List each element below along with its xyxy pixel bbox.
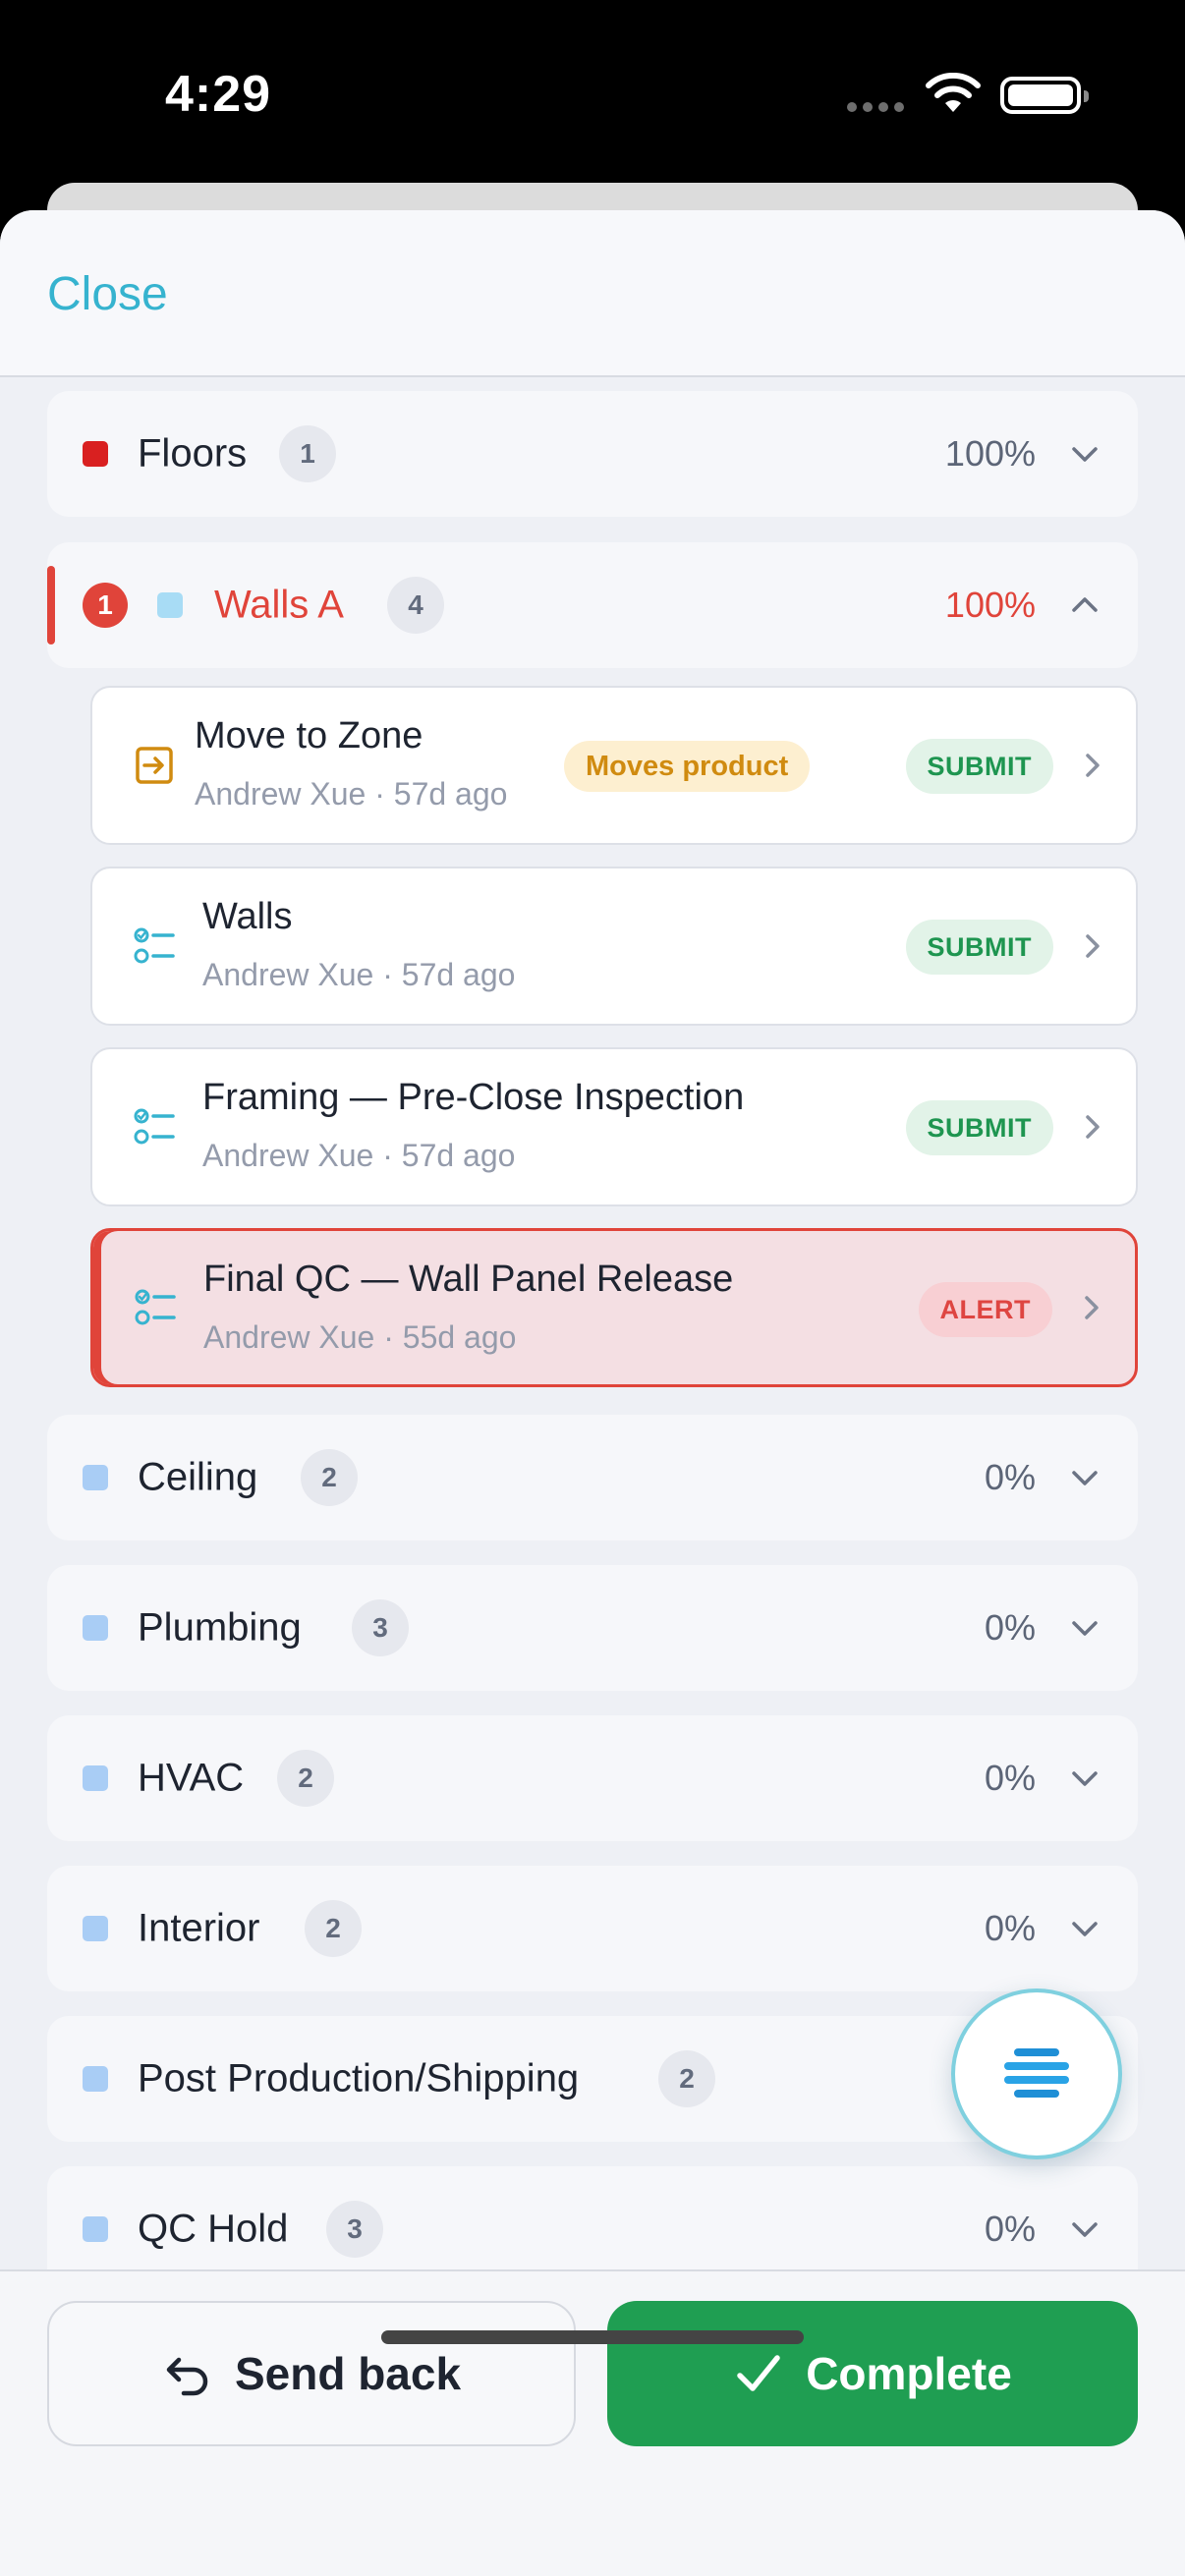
send-back-label: Send back	[234, 2348, 462, 2399]
sheet-header: Close	[0, 210, 1185, 377]
task-move-to-zone[interactable]: Move to Zone Andrew Xue · 57d ago Moves …	[90, 686, 1138, 845]
group-color-square	[83, 1615, 108, 1641]
status-bar: 4:29	[0, 0, 1185, 187]
group-name: Ceiling	[138, 1455, 258, 1499]
task-subtitle: Andrew Xue · 57d ago	[202, 957, 516, 992]
group-qc-hold[interactable]: QC Hold 3 0%	[47, 2166, 1138, 2269]
group-percent: 0%	[984, 1607, 1036, 1648]
task-walls[interactable]: Walls Andrew Xue · 57d ago SUBMIT	[90, 867, 1138, 1026]
group-percent: 0%	[984, 2209, 1036, 2249]
checklist-icon	[134, 927, 175, 964]
group-percent: 100%	[944, 585, 1036, 625]
group-ceiling[interactable]: Ceiling 2 0%	[47, 1415, 1138, 1540]
chevron-right-icon	[1086, 934, 1100, 958]
task-subtitle: Andrew Xue · 55d ago	[203, 1319, 517, 1355]
status-badge: SUBMIT	[905, 739, 1053, 794]
group-percent: 0%	[984, 1908, 1036, 1948]
status-badge: SUBMIT	[905, 1100, 1053, 1155]
home-indicator	[381, 2330, 804, 2344]
undo-arrow-icon	[166, 2357, 208, 2396]
group-percent: 0%	[984, 1457, 1036, 1497]
group-hvac[interactable]: HVAC 2 0%	[47, 1715, 1138, 1841]
bottom-sheet: Close Floors 1 100% 1 Walls A 4 100% Mov…	[0, 210, 1185, 2576]
assistant-icon	[1004, 2048, 1069, 2098]
chevron-right-icon	[1086, 754, 1100, 777]
checkmark-icon	[737, 2355, 780, 2391]
chevron-right-icon	[1086, 1115, 1100, 1139]
group-count-badge: 3	[352, 1599, 409, 1656]
group-color-square	[83, 1765, 108, 1791]
stage-list: Floors 1 100% 1 Walls A 4 100% Move to Z…	[0, 377, 1185, 2269]
task-title: Move to Zone	[195, 715, 423, 756]
group-name: Post Production/Shipping	[138, 2056, 580, 2100]
chevron-down-icon	[1072, 2222, 1098, 2237]
group-walls-a[interactable]: 1 Walls A 4 100%	[47, 542, 1138, 668]
group-count-badge: 4	[387, 577, 444, 634]
active-indicator	[47, 566, 55, 644]
task-final-qc[interactable]: Final QC — Wall Panel Release Andrew Xue…	[90, 1228, 1138, 1387]
task-framing-inspection[interactable]: Framing — Pre-Close Inspection Andrew Xu…	[90, 1047, 1138, 1206]
group-floors[interactable]: Floors 1 100%	[47, 391, 1138, 517]
checklist-icon	[135, 1289, 176, 1325]
group-color-square	[83, 441, 108, 467]
complete-label: Complete	[806, 2348, 1012, 2399]
group-name: Walls A	[214, 583, 344, 627]
checklist-icon	[134, 1108, 175, 1145]
move-to-zone-icon	[136, 747, 173, 784]
group-interior[interactable]: Interior 2 0%	[47, 1866, 1138, 1991]
group-name: Plumbing	[138, 1605, 302, 1650]
group-color-square	[83, 1465, 108, 1490]
close-button[interactable]: Close	[47, 267, 168, 321]
task-title: Walls	[202, 896, 293, 937]
assistant-fab-button[interactable]	[951, 1988, 1122, 2159]
status-badge: ALERT	[918, 1282, 1052, 1337]
complete-button[interactable]: Complete	[607, 2301, 1138, 2446]
wifi-icon	[926, 73, 981, 112]
group-percent: 100%	[944, 433, 1036, 474]
group-name: HVAC	[138, 1756, 245, 1800]
task-title: Framing — Pre-Close Inspection	[202, 1077, 745, 1118]
signal-icon	[847, 102, 904, 112]
group-color-square	[157, 592, 183, 618]
group-name: QC Hold	[138, 2207, 289, 2251]
chevron-right-icon	[1085, 1296, 1099, 1319]
status-badge: SUBMIT	[905, 920, 1053, 975]
task-subtitle: Andrew Xue · 57d ago	[195, 776, 508, 812]
moves-product-tag: Moves product	[564, 741, 811, 792]
group-count-badge: 2	[301, 1449, 358, 1506]
task-title: Final QC — Wall Panel Release	[203, 1259, 734, 1300]
group-name: Interior	[138, 1906, 260, 1950]
group-count-badge: 2	[658, 2050, 715, 2107]
chevron-up-icon	[1072, 597, 1098, 612]
battery-icon	[1000, 77, 1089, 114]
group-count-badge: 2	[305, 1900, 362, 1957]
chevron-down-icon	[1072, 1771, 1098, 1786]
group-name: Floors	[138, 431, 248, 476]
group-color-square	[83, 2216, 108, 2242]
group-plumbing[interactable]: Plumbing 3 0%	[47, 1565, 1138, 1691]
group-color-square	[83, 1916, 108, 1941]
bottom-action-bar: Send back Complete	[0, 2269, 1185, 2576]
group-color-square	[83, 2066, 108, 2092]
chevron-down-icon	[1072, 447, 1098, 462]
group-count-badge: 2	[277, 1750, 334, 1807]
chevron-down-icon	[1072, 1471, 1098, 1485]
group-count-badge: 1	[279, 425, 336, 482]
task-subtitle: Andrew Xue · 57d ago	[202, 1138, 516, 1173]
alert-count-badge: 1	[83, 583, 128, 628]
status-time: 4:29	[165, 66, 272, 123]
chevron-down-icon	[1072, 1922, 1098, 1936]
group-percent: 0%	[984, 1758, 1036, 1798]
group-count-badge: 3	[326, 2201, 383, 2258]
send-back-button[interactable]: Send back	[47, 2301, 576, 2446]
chevron-down-icon	[1072, 1621, 1098, 1636]
